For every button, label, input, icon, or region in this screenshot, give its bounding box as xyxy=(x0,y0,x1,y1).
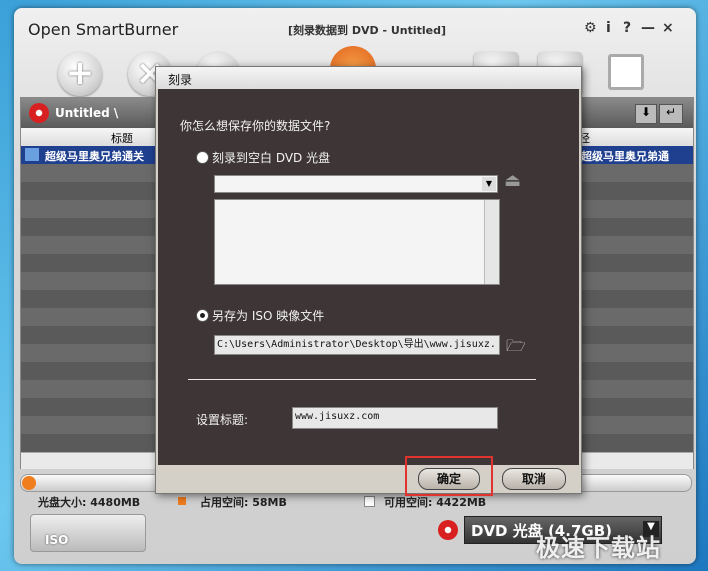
folder-open-icon[interactable]: 🗁 xyxy=(506,337,530,355)
vertical-scrollbar[interactable] xyxy=(484,200,499,284)
move-down-icon[interactable]: ⬇ xyxy=(635,104,657,124)
highlight-box xyxy=(405,456,493,496)
save-question: 你怎么想保存你的数据文件? xyxy=(180,119,331,133)
help-icon[interactable]: ? xyxy=(623,20,631,36)
free-space: 可用空间: 4422MB xyxy=(384,496,487,509)
info-icon[interactable]: i xyxy=(606,20,611,36)
capacity-fill xyxy=(22,476,36,490)
dialog-titlebar: 刻录 xyxy=(156,67,581,89)
minimize-button[interactable]: — xyxy=(641,20,655,36)
cancel-button[interactable]: 取消 xyxy=(502,468,566,490)
radio-burn-disc[interactable] xyxy=(196,151,209,164)
eject-icon[interactable]: ⏏ xyxy=(504,172,526,190)
drive-select[interactable]: ▼ xyxy=(214,175,498,193)
file-path: 超级马里奥兄弟通 xyxy=(581,150,669,163)
radio-burn-disc-label[interactable]: 刻录到空白 DVD 光盘 xyxy=(212,149,330,166)
save-icon[interactable] xyxy=(608,54,644,90)
close-button[interactable]: × xyxy=(662,20,674,36)
dvd-disc-icon xyxy=(438,520,458,540)
radio-save-iso[interactable] xyxy=(196,309,209,322)
watermark: 极速下载站 xyxy=(536,534,661,562)
used-space: 占用空间: 58MB xyxy=(200,496,287,509)
chevron-down-icon[interactable]: ▼ xyxy=(482,177,496,191)
return-icon[interactable]: ↵ xyxy=(659,104,683,124)
burn-dialog: 刻录 你怎么想保存你的数据文件? 刻录到空白 DVD 光盘 ▼ ⏏ 另存为 IS… xyxy=(155,66,582,494)
document-title: [刻录数据到 DVD - Untitled] xyxy=(288,24,447,37)
video-file-icon xyxy=(25,148,39,161)
dialog-body: 你怎么想保存你的数据文件? 刻录到空白 DVD 光盘 ▼ ⏏ 另存为 ISO 映… xyxy=(158,89,579,465)
iso-label: ISO xyxy=(45,533,69,547)
disc-size: 光盘大小: 4480MB xyxy=(38,496,141,509)
iso-path-field[interactable]: C:\Users\Administrator\Desktop\导出\www.ji… xyxy=(214,335,500,355)
used-legend-icon xyxy=(178,497,186,505)
col-title[interactable]: 标题 xyxy=(111,130,133,146)
app-title: Open SmartBurner xyxy=(28,20,179,39)
dialog-footer: 确定 取消 xyxy=(156,465,581,493)
iso-button[interactable]: ISO xyxy=(30,514,146,552)
project-name: Untitled \ xyxy=(55,106,119,120)
dvd-icon xyxy=(29,103,49,123)
dialog-title: 刻录 xyxy=(168,73,193,87)
settings-icon[interactable]: ⚙ xyxy=(584,20,597,36)
add-icon[interactable]: + xyxy=(58,52,102,96)
disc-title-field[interactable]: www.jisuxz.com xyxy=(292,407,498,429)
radio-save-iso-label[interactable]: 另存为 ISO 映像文件 xyxy=(212,307,324,324)
drive-info-box xyxy=(214,199,500,285)
file-name: 超级马里奥兄弟通关 xyxy=(45,150,144,163)
title-label: 设置标题: xyxy=(196,413,249,427)
divider xyxy=(188,379,536,380)
free-legend-icon xyxy=(364,496,375,507)
